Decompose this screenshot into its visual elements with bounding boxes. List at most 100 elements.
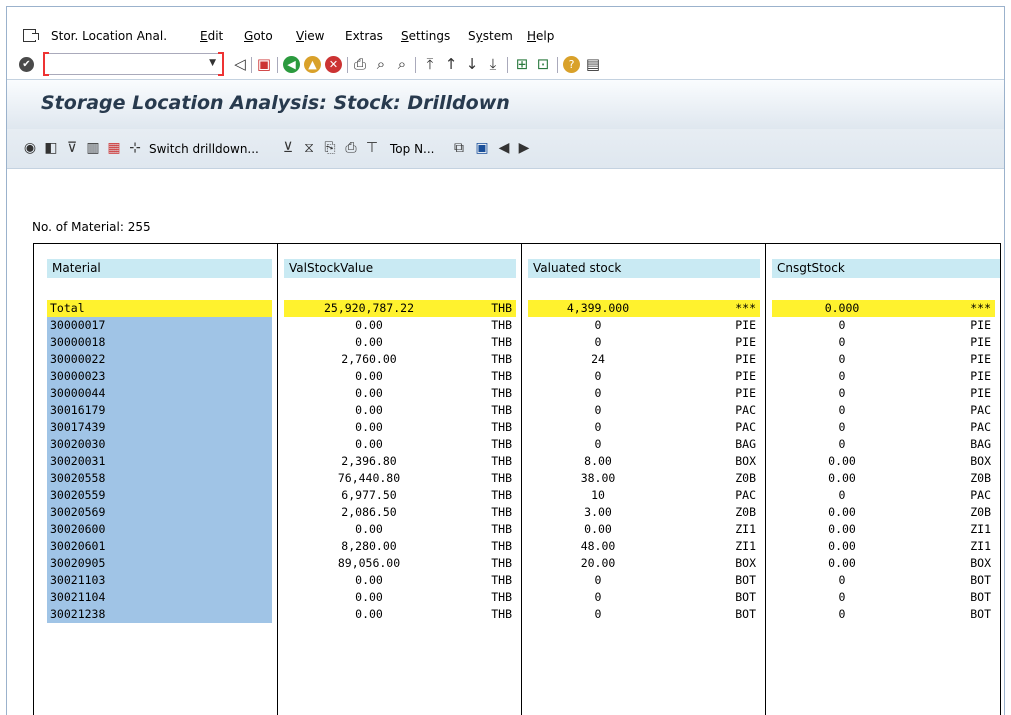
cnsgt-unit: PAC (970, 488, 991, 502)
print-preview-icon[interactable]: ⎙ (342, 139, 360, 157)
cnsgt-cell: 0 PIE (772, 334, 995, 351)
menu-view[interactable]: View (296, 29, 324, 43)
find-icon[interactable]: ⌕ (372, 55, 390, 73)
material-cell[interactable]: 30020601 (47, 538, 272, 555)
material-cell[interactable]: 30020600 (47, 521, 272, 538)
total-label[interactable]: Total (47, 300, 272, 317)
find-next-icon[interactable]: ⌕ (393, 55, 411, 73)
menu-window-icon[interactable] (23, 29, 39, 42)
previous-page-icon[interactable]: ↑ (442, 55, 460, 73)
create-session-icon[interactable]: ⊞ (513, 55, 531, 73)
cnsgt-unit: PAC (970, 403, 991, 417)
material-cell[interactable]: 30020558 (47, 470, 272, 487)
material-cell[interactable]: 30000023 (47, 368, 272, 385)
material-cell[interactable]: 30020031 (47, 453, 272, 470)
chevron-down-icon[interactable]: ▼ (209, 58, 216, 68)
valuated-unit: BOT (735, 607, 756, 621)
material-cell[interactable]: 30000017 (47, 317, 272, 334)
info-icon[interactable]: ▣ (473, 139, 491, 157)
drilldown-grid: Material ValStockValue Valuated stock Cn… (33, 243, 1001, 715)
menu-settings[interactable]: Settings (401, 29, 450, 43)
valuated-cell: 48.00 ZI1 (528, 538, 760, 555)
material-cell[interactable]: 30000018 (47, 334, 272, 351)
value-cell: 0.00 THB (284, 572, 516, 589)
value-amount: 25,920,787.22 (323, 301, 414, 315)
currency-unit: THB (491, 539, 512, 553)
cnsgt-cell: 0 BAG (772, 436, 995, 453)
material-cell[interactable]: 30017439 (47, 419, 272, 436)
top-n-button[interactable]: Top N... (390, 142, 434, 156)
scroll-right-icon[interactable]: ▶ (515, 139, 533, 157)
valuated-cell: 0 PIE (528, 317, 760, 334)
filter-icon[interactable]: ⊽ (63, 139, 81, 157)
material-cell[interactable]: 30020559 (47, 487, 272, 504)
valuated-unit: BOT (735, 590, 756, 604)
back-icon[interactable]: ◀ (283, 56, 300, 73)
value-amount: 6,977.50 (341, 488, 397, 502)
first-page-icon[interactable]: ⤒ (421, 55, 439, 73)
cnsgt-cell: 0.00 Z0B (772, 504, 995, 521)
value-cell: 0.00 THB (284, 436, 516, 453)
material-cell[interactable]: 30021104 (47, 589, 272, 606)
value-cell: 8,280.00 THB (284, 538, 516, 555)
header-valuated-stock[interactable]: Valuated stock (528, 259, 760, 278)
menu-edit[interactable]: Edit (200, 29, 223, 43)
material-cell[interactable]: 30020030 (47, 436, 272, 453)
export-icon[interactable]: ⎘ (321, 139, 339, 157)
command-field[interactable]: ▼ (43, 52, 224, 76)
material-cell[interactable]: 30020905 (47, 555, 272, 572)
cnsgt-unit: PIE (970, 369, 991, 383)
save-icon[interactable]: ▣ (255, 55, 273, 73)
cnsgt-unit: Z0B (970, 505, 991, 519)
layout-menu-icon[interactable]: ▤ (584, 55, 602, 73)
choose-icon[interactable]: ◧ (42, 139, 60, 157)
value-cell: 0.00 THB (284, 368, 516, 385)
value-cell: 0.00 THB (284, 589, 516, 606)
abc-analysis-icon[interactable]: ▦ (105, 139, 123, 157)
exit-icon[interactable]: ▲ (304, 56, 321, 73)
enter-check-icon[interactable]: ✔ (19, 57, 34, 72)
value-amount: 0.00 (355, 335, 383, 349)
currency-unit: THB (491, 522, 512, 536)
menu-stor-location-anal[interactable]: Stor. Location Anal. (51, 29, 167, 43)
cnsgt-qty: 0.00 (828, 471, 856, 485)
menu-help[interactable]: Help (527, 29, 554, 43)
copy-icon[interactable]: ⧉ (450, 139, 468, 157)
material-cell[interactable]: 30000022 (47, 351, 272, 368)
command-input[interactable] (51, 56, 201, 72)
material-cell[interactable]: 30021238 (47, 606, 272, 623)
scroll-left-icon[interactable]: ◀ (495, 139, 513, 157)
header-material[interactable]: Material (47, 259, 272, 278)
value-amount: 0.00 (355, 437, 383, 451)
graphic-icon[interactable]: ▥ (84, 139, 102, 157)
last-page-icon[interactable]: ⤓ (484, 55, 502, 73)
structure-icon[interactable]: ⊻ (279, 139, 297, 157)
hierarchy-icon[interactable]: ⊹ (126, 139, 144, 157)
menu-system[interactable]: System (468, 29, 513, 43)
help-icon[interactable]: ? (563, 56, 580, 73)
valuated-qty: 20.00 (580, 556, 616, 570)
cancel-icon[interactable]: ✕ (325, 56, 342, 73)
material-cell[interactable]: 30016179 (47, 402, 272, 419)
chart-icon[interactable]: ⧖ (300, 139, 318, 157)
menu-goto[interactable]: Goto (244, 29, 273, 43)
header-cnsgtstock[interactable]: CnsgtStock (772, 259, 1000, 278)
valuated-unit: BOX (735, 454, 756, 468)
material-cell[interactable]: 30000044 (47, 385, 272, 402)
menu-extras[interactable]: Extras (345, 29, 383, 43)
currency-unit: THB (491, 369, 512, 383)
cnsgt-unit: BOX (970, 556, 991, 570)
value-amount: 0.00 (355, 607, 383, 621)
print-icon[interactable]: ⎙ (351, 55, 369, 73)
sort-filter-icon[interactable]: ⊤ (363, 139, 381, 157)
cnsgt-unit: BOT (970, 607, 991, 621)
cnsgt-qty: 0 (838, 437, 846, 451)
detail-icon[interactable]: ◉ (21, 139, 39, 157)
material-cell[interactable]: 30020569 (47, 504, 272, 521)
shortcut-icon[interactable]: ⊡ (534, 55, 552, 73)
switch-drilldown-button[interactable]: Switch drilldown... (149, 142, 259, 156)
material-cell[interactable]: 30021103 (47, 572, 272, 589)
header-valstockvalue[interactable]: ValStockValue (284, 259, 516, 278)
next-page-icon[interactable]: ↓ (463, 55, 481, 73)
collapse-left-icon[interactable]: ◁ (231, 55, 249, 73)
